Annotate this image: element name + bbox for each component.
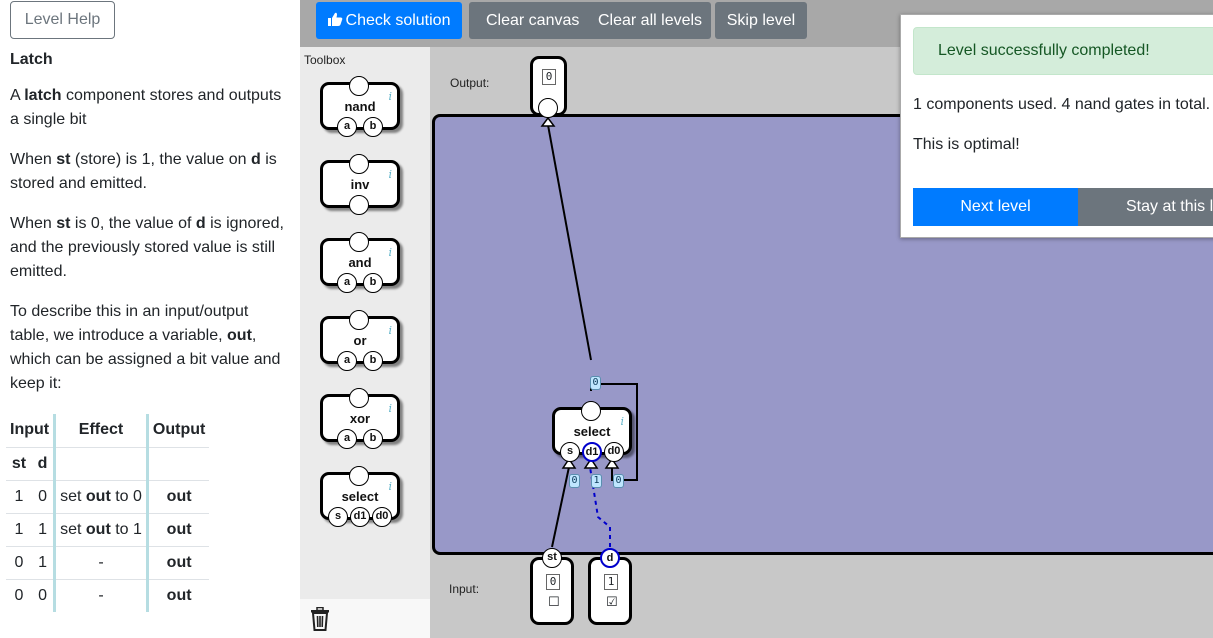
- header-output: Output: [152, 421, 206, 439]
- clear-buttons-group: Clear canvas Clear all levels: [469, 2, 711, 39]
- header-input: Input: [6, 414, 57, 447]
- output-pin[interactable]: [349, 154, 369, 174]
- pin-a[interactable]: a: [337, 429, 357, 449]
- input-st-checkbox[interactable]: ☐: [548, 595, 560, 608]
- table-row: 1 0 set out to 0 out: [6, 479, 210, 513]
- pin-b[interactable]: b: [363, 273, 383, 293]
- pin-a[interactable]: a: [337, 117, 357, 137]
- pin-d1[interactable]: d1: [582, 442, 602, 462]
- input-st-value: 0: [546, 574, 560, 590]
- pin-b[interactable]: b: [363, 117, 383, 137]
- pin-d1[interactable]: d1: [350, 507, 370, 527]
- next-level-button[interactable]: Next level: [913, 188, 1078, 226]
- output-pin[interactable]: [349, 76, 369, 96]
- pin-a[interactable]: a: [337, 351, 357, 371]
- input-d-checkbox[interactable]: ☑: [606, 595, 618, 608]
- pin-a[interactable]: a: [337, 273, 357, 293]
- output-node[interactable]: 0: [530, 56, 567, 118]
- wire-st[interactable]: [551, 466, 570, 548]
- stay-level-button[interactable]: Stay at this level: [1078, 188, 1213, 226]
- io-table: Input Effect Output st d 1 0 set out to …: [6, 414, 210, 612]
- table-row: 0 1 - out: [6, 545, 210, 579]
- toolbox-or[interactable]: or i a b: [320, 310, 400, 371]
- table-row: 0 0 - out: [6, 578, 210, 612]
- info-icon[interactable]: i: [388, 90, 392, 103]
- table-subheader-row: st d: [6, 446, 210, 480]
- success-dialog: Level successfully completed! 1 componen…: [900, 14, 1213, 238]
- input-st[interactable]: st 0 ☐: [530, 548, 574, 625]
- info-icon[interactable]: i: [620, 415, 624, 428]
- toolbox-select[interactable]: select i s d1 d0: [320, 466, 400, 527]
- header-st: st: [6, 446, 33, 480]
- wire-value-tag: 0: [569, 474, 580, 488]
- help-panel: Level Help Latch A latch component store…: [0, 0, 300, 638]
- skip-level-button[interactable]: Skip level: [715, 2, 807, 39]
- check-solution-button[interactable]: Check solution: [316, 2, 462, 39]
- stats-text: 1 components used. 4 nand gates in total…: [913, 96, 1211, 113]
- wire-output[interactable]: [547, 124, 592, 361]
- output-pin[interactable]: [581, 401, 601, 421]
- level-help-button[interactable]: Level Help: [10, 1, 115, 39]
- toolbox-footer: [300, 599, 430, 638]
- optimal-text: This is optimal!: [913, 136, 1020, 153]
- help-paragraph: To describe this in an input/output tabl…: [10, 303, 281, 392]
- wire-value-tag: 0: [590, 376, 601, 390]
- pin-d0[interactable]: d0: [372, 507, 392, 527]
- success-alert: Level successfully completed!: [913, 27, 1213, 75]
- toolbox: Toolbox nand i a b inv i and i a b or i …: [300, 47, 430, 638]
- toolbox-nand[interactable]: nand i a b: [320, 76, 400, 137]
- help-title: Latch: [10, 51, 53, 68]
- toolbox-xor[interactable]: xor i a b: [320, 388, 400, 449]
- pin-s[interactable]: s: [560, 442, 580, 462]
- trash-icon[interactable]: [310, 607, 330, 631]
- info-icon[interactable]: i: [388, 324, 392, 337]
- toolbox-and[interactable]: and i a b: [320, 232, 400, 293]
- output-pin[interactable]: [349, 232, 369, 252]
- toolbox-label: Toolbox: [304, 53, 346, 67]
- output-pin[interactable]: [349, 310, 369, 330]
- input-d-pin[interactable]: d: [600, 548, 620, 568]
- header-effect: Effect: [54, 414, 149, 447]
- input-d-value: 1: [604, 574, 618, 590]
- output-pin[interactable]: [349, 466, 369, 486]
- table-row: 1 1 set out to 1 out: [6, 512, 210, 546]
- output-node-pin[interactable]: [538, 98, 558, 118]
- help-paragraph: When st (store) is 1, the value on d is …: [10, 151, 277, 192]
- help-text: Latch A latch component stores and outpu…: [10, 48, 290, 412]
- clear-canvas-button[interactable]: Clear canvas: [486, 12, 579, 30]
- input-d[interactable]: d 1 ☑: [588, 548, 632, 625]
- pin-s[interactable]: s: [328, 507, 348, 527]
- header-d: d: [32, 446, 57, 480]
- info-icon[interactable]: i: [388, 168, 392, 181]
- table-header-row: Input Effect Output: [6, 414, 209, 447]
- output-pin[interactable]: [349, 388, 369, 408]
- toolbox-inv[interactable]: inv i: [320, 154, 400, 215]
- info-icon[interactable]: i: [388, 402, 392, 415]
- input-pin[interactable]: [349, 195, 369, 215]
- pin-d0[interactable]: d0: [604, 442, 624, 462]
- pin-b[interactable]: b: [363, 351, 383, 371]
- help-paragraph: When st is 0, the value of d is ignored,…: [10, 215, 284, 280]
- thumbs-up-icon: [327, 12, 342, 26]
- select-component[interactable]: select i s d1 d0: [552, 401, 632, 462]
- info-icon[interactable]: i: [388, 246, 392, 259]
- info-icon[interactable]: i: [388, 480, 392, 493]
- wire-value-tag: 1: [591, 474, 602, 488]
- output-value: 0: [542, 69, 556, 85]
- clear-all-levels-button[interactable]: Clear all levels: [598, 12, 702, 30]
- help-paragraph: A latch component stores and outputs a s…: [10, 87, 282, 128]
- pin-b[interactable]: b: [363, 429, 383, 449]
- wire-value-tag: 0: [613, 474, 624, 488]
- input-st-pin[interactable]: st: [542, 548, 562, 568]
